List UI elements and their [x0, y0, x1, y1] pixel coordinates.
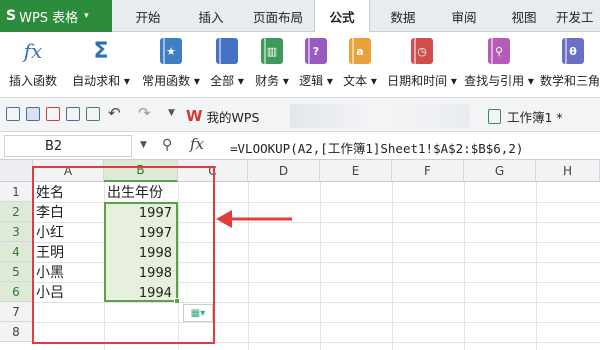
wps-app-menu-button[interactable]: S WPS 表格 ▾ [0, 0, 112, 32]
gridline [536, 182, 537, 350]
annotation-highlight-box [32, 166, 215, 344]
common-functions-label: 常用函数 ▾ [142, 74, 200, 88]
tab-page-layout[interactable]: 页面布局 [244, 0, 312, 32]
autosum-button[interactable]: Σ 自动求和 ▾ [70, 38, 132, 94]
fx-icon: fx [23, 39, 43, 63]
logic-book-icon: ? [305, 38, 327, 64]
all-functions-button[interactable]: 全部 ▾ [206, 38, 248, 94]
lookup-reference-functions-button[interactable]: ⚲ 查找与引用 ▾ [462, 38, 536, 94]
logical-functions-button[interactable]: ? 逻辑 ▾ [296, 38, 336, 94]
insert-function-fx-icon[interactable]: fx [190, 135, 204, 153]
tab-data[interactable]: 数据 [374, 0, 432, 32]
math-trig-functions-label: 数学和三角 [540, 74, 600, 88]
sigma-icon: Σ [93, 38, 109, 64]
finance-book-icon: ▥ [261, 38, 283, 64]
gridline [320, 182, 321, 350]
tab-home[interactable]: 开始 [118, 0, 178, 32]
spreadsheet-grid[interactable]: A B C D E F G H 1 2 3 4 5 6 7 8 姓名 出生年份 … [0, 160, 600, 350]
tab-workbook1-label: 工作簿1 * [507, 109, 563, 125]
name-box[interactable]: B2 [4, 135, 132, 157]
search-book-icon: ⚲ [488, 38, 510, 64]
common-functions-button[interactable]: ★ 常用函数 ▾ [140, 38, 202, 94]
save-icon[interactable] [26, 107, 40, 121]
star-book-icon: ★ [160, 38, 182, 64]
tab-review[interactable]: 审阅 [434, 0, 494, 32]
print-preview-icon[interactable] [86, 107, 100, 121]
all-functions-label: 全部 ▾ [210, 74, 244, 88]
column-header-g[interactable]: G [464, 160, 536, 182]
tab-workbook1[interactable]: 工作簿1 * [488, 102, 600, 130]
tab-my-wps-label: 我的WPS [206, 109, 260, 125]
tab-my-wps[interactable]: W 我的WPS [186, 102, 282, 130]
spreadsheet-file-icon [488, 108, 501, 124]
wps-logo-icon: S [6, 8, 17, 24]
chevron-down-icon[interactable]: ▼ [140, 140, 147, 150]
row-header-2[interactable]: 2 [0, 202, 33, 222]
text-book-icon: a [349, 38, 371, 64]
quick-access-toolbar: ↶ ↷ ▼ W 我的WPS 工作簿1 * [0, 98, 600, 132]
formula-ribbon: fx 插入函数 Σ 自动求和 ▾ ★ 常用函数 ▾ 全部 ▾ ▥ 财务 ▾ ? … [0, 32, 600, 98]
gridline [464, 182, 465, 350]
gridline [392, 182, 393, 350]
row-header-7[interactable]: 7 [0, 302, 33, 322]
autosum-label: 自动求和 ▾ [72, 74, 130, 88]
text-functions-label: 文本 ▾ [343, 74, 377, 88]
undo-icon[interactable]: ↶ [108, 104, 121, 122]
financial-functions-label: 财务 ▾ [255, 74, 289, 88]
date-time-functions-label: 日期和时间 ▾ [387, 74, 457, 88]
zoom-search-icon[interactable]: ⚲ [162, 137, 172, 153]
logical-functions-label: 逻辑 ▾ [299, 74, 333, 88]
insert-function-label: 插入函数 [8, 74, 57, 88]
customize-toolbar-icon[interactable]: ▼ [168, 108, 175, 118]
wps-w-logo-icon: W [186, 107, 203, 125]
book-blue-icon [216, 38, 238, 64]
row-header-1[interactable]: 1 [0, 182, 33, 202]
new-file-icon[interactable] [6, 107, 20, 121]
tab-developer[interactable]: 开发工 [556, 0, 600, 32]
row-header-5[interactable]: 5 [0, 262, 33, 282]
insert-function-button[interactable]: fx 插入函数 [6, 38, 60, 94]
redo-icon[interactable]: ↷ [138, 104, 151, 122]
clock-book-icon: ◷ [411, 38, 433, 64]
column-header-f[interactable]: F [392, 160, 464, 182]
text-functions-button[interactable]: a 文本 ▾ [340, 38, 380, 94]
financial-functions-button[interactable]: ▥ 财务 ▾ [252, 38, 292, 94]
annotation-arrow-icon [216, 210, 292, 228]
row-header-6[interactable]: 6 [0, 282, 33, 302]
export-pdf-icon[interactable] [46, 107, 60, 121]
row-header-4[interactable]: 4 [0, 242, 33, 262]
chevron-down-icon: ▾ [84, 11, 89, 21]
row-header-8[interactable]: 8 [0, 322, 33, 342]
formula-bar: B2 ▼ ⚲ fx =VLOOKUP(A2,[工作簿1]Sheet1!$A$2:… [0, 132, 600, 160]
menu-tab-bar: S WPS 表格 ▾ 开始 插入 页面布局 公式 数据 审阅 视图 开发工 [0, 0, 600, 33]
tab-view[interactable]: 视图 [496, 0, 552, 32]
print-icon[interactable] [66, 107, 80, 121]
tab-insert[interactable]: 插入 [180, 0, 242, 32]
math-trig-functions-button[interactable]: θ 数学和三角 [540, 38, 600, 94]
date-time-functions-button[interactable]: ◷ 日期和时间 ▾ [386, 38, 458, 94]
formula-input[interactable]: =VLOOKUP(A2,[工作簿1]Sheet1!$A$2:$B$6,2) [230, 138, 523, 157]
blurred-tab[interactable] [290, 104, 470, 128]
lookup-reference-functions-label: 查找与引用 ▾ [464, 74, 534, 88]
row-header-3[interactable]: 3 [0, 222, 33, 242]
column-header-h[interactable]: H [536, 160, 600, 182]
column-header-e[interactable]: E [320, 160, 392, 182]
tab-formulas[interactable]: 公式 [314, 0, 370, 33]
select-all-corner[interactable] [0, 160, 33, 182]
column-header-d[interactable]: D [248, 160, 320, 182]
math-book-icon: θ [562, 38, 584, 64]
app-name: WPS 表格 [19, 10, 79, 26]
